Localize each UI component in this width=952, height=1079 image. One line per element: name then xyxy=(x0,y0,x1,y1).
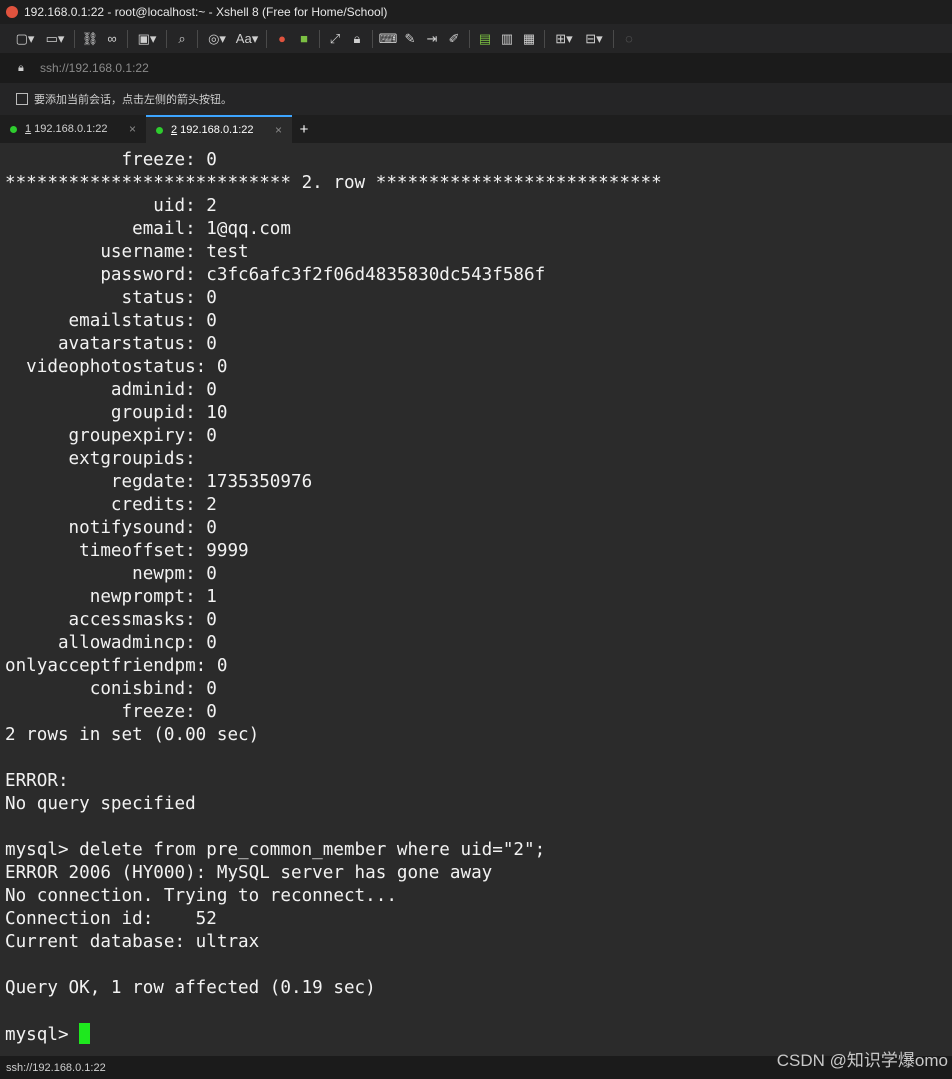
connected-status-icon xyxy=(10,125,17,133)
toolbar-separator xyxy=(166,29,167,48)
transfer-icon[interactable]: ⇥ xyxy=(421,29,443,49)
status-text: ssh://192.168.0.1:22 xyxy=(6,1061,106,1074)
terminal-line: freeze: 0 xyxy=(5,150,217,170)
toolbar-separator xyxy=(544,29,545,48)
xagent-icon[interactable]: ■ xyxy=(293,29,315,49)
terminal-line: avatarstatus: 0 xyxy=(5,334,217,354)
terminal-line: credits: 2 xyxy=(5,495,217,515)
lock-icon: 🔒︎ xyxy=(18,61,24,74)
unlink-icon[interactable]: ∞ xyxy=(101,29,123,49)
search-icon[interactable]: ⌕ xyxy=(171,29,193,49)
title-bar: 192.168.0.1:22 - root@localhost:~ - Xshe… xyxy=(0,0,952,24)
globe-icon[interactable]: ◎▾ xyxy=(202,29,232,49)
terminal-line: groupexpiry: 0 xyxy=(5,426,217,446)
connected-status-icon xyxy=(156,126,163,134)
add-tab-icon[interactable]: + xyxy=(292,115,316,143)
terminal-line: newprompt: 1 xyxy=(5,587,217,607)
tab-number: 1 xyxy=(25,123,32,135)
toolbar-separator xyxy=(127,29,128,48)
properties-icon[interactable]: ▣▾ xyxy=(132,29,162,49)
terminal-line: password: c3fc6afc3f2f06d4835830dc543f58… xyxy=(5,265,546,285)
xshell-logo-icon xyxy=(6,6,18,18)
tab-number: 2 xyxy=(171,124,178,136)
help-icon[interactable]: ◌ xyxy=(618,29,640,49)
fullscreen-icon[interactable]: ⤢ xyxy=(324,29,346,49)
terminal-line: videophotostatus: 0 xyxy=(5,357,228,377)
tab-session-2[interactable]: 2 192.168.0.1:22 × xyxy=(146,115,292,143)
terminal-line: emailstatus: 0 xyxy=(5,311,217,331)
toolbar-separator xyxy=(197,29,198,48)
terminal-line: status: 0 xyxy=(5,288,217,308)
terminal-line: No query specified xyxy=(5,794,196,814)
terminal-line: username: test xyxy=(5,242,249,262)
terminal-line: mysql> delete from pre_common_member whe… xyxy=(5,840,546,860)
compose-icon[interactable]: ✎ xyxy=(399,29,421,49)
toolbar-separator xyxy=(319,29,320,48)
link-icon[interactable]: ⛓ xyxy=(79,29,101,49)
terminal-line: accessmasks: 0 xyxy=(5,610,217,630)
tab-bar: 1 192.168.0.1:22 × 2 192.168.0.1:22 × + xyxy=(0,115,952,143)
terminal-line: onlyacceptfriendpm: 0 xyxy=(5,656,228,676)
terminal-line: notifysound: 0 xyxy=(5,518,217,538)
terminal-line: email: 1@qq.com xyxy=(5,219,291,239)
terminal-line: *************************** 2. row *****… xyxy=(5,173,662,193)
terminal-line: conisbind: 0 xyxy=(5,679,217,699)
terminal-line: extgroupids: xyxy=(5,449,207,469)
session-arrow-icon[interactable] xyxy=(16,93,28,105)
toolbar-separator xyxy=(469,29,470,48)
tunnel-icon[interactable]: ▥ xyxy=(496,29,518,49)
terminal-line: groupid: 10 xyxy=(5,403,228,423)
keyboard-icon[interactable]: ⌨ xyxy=(377,29,399,49)
log-icon[interactable]: ▤ xyxy=(474,29,496,49)
terminal-line: Connection id: 52 xyxy=(5,909,217,929)
layout-icon[interactable]: ⊟▾ xyxy=(579,29,609,49)
terminal-line: No connection. Trying to reconnect... xyxy=(5,886,397,906)
toolbar-separator xyxy=(74,29,75,48)
terminal-line: ERROR: xyxy=(5,771,69,791)
session-hint-bar: 要添加当前会话，点击左侧的箭头按钮。 xyxy=(0,83,952,115)
tab-label: 192.168.0.1:22 xyxy=(34,123,108,135)
tab-session-1[interactable]: 1 192.168.0.1:22 × xyxy=(0,115,146,143)
terminal-cursor xyxy=(79,1023,91,1044)
terminal-output: freeze: 0 *************************** 2.… xyxy=(0,149,952,1047)
toolbar: ▢▾ ▭▾ ⛓ ∞ ▣▾ ⌕ ◎▾ Aa ▾ ● ■ ⤢ 🔒︎ ⌨ ✎ ⇥ ✐ ▤… xyxy=(0,24,952,53)
terminal-line: mysql> xyxy=(5,1025,80,1045)
toolbar-separator xyxy=(613,29,614,48)
notes-icon[interactable]: ▦ xyxy=(518,29,540,49)
open-icon[interactable]: ▭▾ xyxy=(40,29,70,49)
address-bar: 🔒︎ xyxy=(0,53,952,83)
new-session-icon[interactable]: ▢▾ xyxy=(10,29,40,49)
close-icon[interactable]: × xyxy=(275,123,282,137)
terminal-line: allowadmincp: 0 xyxy=(5,633,217,653)
font-icon[interactable]: Aa ▾ xyxy=(232,29,262,49)
close-icon[interactable]: × xyxy=(129,122,136,136)
window-title: 192.168.0.1:22 - root@localhost:~ - Xshe… xyxy=(24,5,388,19)
terminal-line: uid: 2 xyxy=(5,196,217,216)
lock-icon[interactable]: 🔒︎ xyxy=(346,29,368,49)
hint-text: 要添加当前会话，点击左侧的箭头按钮。 xyxy=(34,94,232,106)
script-icon[interactable]: ✐ xyxy=(443,29,465,49)
address-input[interactable] xyxy=(38,60,442,76)
tab-label: 192.168.0.1:22 xyxy=(180,124,254,136)
terminal-line: ERROR 2006 (HY000): MySQL server has gon… xyxy=(5,863,493,883)
xftp-icon[interactable]: ● xyxy=(271,29,293,49)
terminal-line: adminid: 0 xyxy=(5,380,217,400)
terminal-line: 2 rows in set (0.00 sec) xyxy=(5,725,260,745)
new-tab-icon[interactable]: ⊞▾ xyxy=(549,29,579,49)
toolbar-separator xyxy=(372,29,373,48)
terminal-line: regdate: 1735350976 xyxy=(5,472,313,492)
terminal-line: freeze: 0 xyxy=(5,702,217,722)
terminal-line: Current database: ultrax xyxy=(5,932,260,952)
terminal-area[interactable]: freeze: 0 *************************** 2.… xyxy=(0,143,952,1056)
terminal-line: timeoffset: 9999 xyxy=(5,541,249,561)
terminal-line: newpm: 0 xyxy=(5,564,217,584)
toolbar-separator xyxy=(266,29,267,48)
terminal-line: Query OK, 1 row affected (0.19 sec) xyxy=(5,978,376,998)
watermark: CSDN @知识学爆omo xyxy=(776,1051,948,1070)
